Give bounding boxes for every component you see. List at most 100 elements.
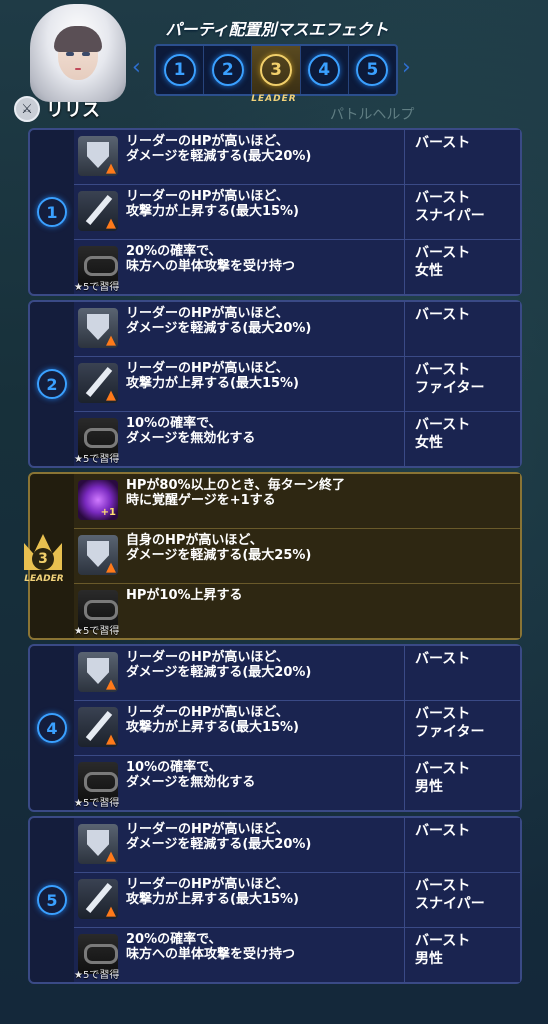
effect-row[interactable]: ★5で習得 20%の確率で、 味方への単体攻撃を受け持つ バースト 女性 (74, 240, 520, 294)
effect-main: 自身のHPが高いほど、ダメージを軽減する(最大25%) (74, 529, 520, 583)
unlock-condition-note: ★5で習得 (74, 970, 120, 981)
effect-row[interactable]: ★5で習得 10%の確率で、 ダメージを無効化する バースト 女性 (74, 412, 520, 466)
effect-row[interactable]: リーダーのHPが高いほど、ダメージを軽減する(最大20%) バースト (74, 302, 520, 357)
effect-row[interactable]: リーダーのHPが高いほど、ダメージを軽減する(最大20%) バースト (74, 818, 520, 873)
effect-row[interactable]: HPが80%以上のとき、毎ターン終了時に覚醒ゲージを+1する (74, 474, 520, 529)
effect-row[interactable]: リーダーのHPが高いほど、攻撃力が上昇する(最大15%) バーストスナイパー (74, 873, 520, 928)
effect-row[interactable]: リーダーのHPが高いほど、ダメージを軽減する(最大20%) バースト (74, 646, 520, 701)
effect-main: リーダーのHPが高いほど、ダメージを軽減する(最大20%) (74, 646, 405, 700)
crown-icon: 3 LEADER (18, 534, 68, 588)
effect-description: リーダーのHPが高いほど、 攻撃力が上昇する(最大15%) (118, 185, 299, 219)
position-group-3: 3 LEADER HPが80%以上のとき、毎ターン終了時に覚醒ゲージを+1する自身の… (24, 472, 522, 640)
unlock-condition-note: ★5で習得 (74, 282, 120, 293)
position-tab-2[interactable]: 2 (204, 46, 253, 94)
shield-up-icon (78, 535, 118, 575)
group-label: 1 (30, 130, 74, 294)
unlock-condition-note: ★5で習得 (74, 798, 120, 809)
effect-main: ★5で習得 HPが10%上昇する (74, 584, 520, 638)
effect-condition: バースト 女性 (405, 412, 520, 466)
group-label: 3 LEADER (24, 474, 74, 638)
character-tag: ⚔ リリス (14, 96, 100, 122)
effect-condition-line: バースト (415, 245, 471, 261)
effect-row[interactable]: ★5で習得 10%の確率で、 ダメージを無効化する バースト男性 (74, 756, 520, 810)
effect-description-line: リーダーのHPが高いほど、 (126, 877, 289, 892)
effect-description-line: 味方への単体攻撃を受け持つ (126, 259, 296, 274)
position-number: 2 (211, 54, 244, 86)
effect-condition-line: バースト (415, 307, 471, 323)
sword-up-icon (78, 191, 118, 231)
effect-description-line: ダメージを無効化する (126, 775, 256, 790)
position-number: 4 (308, 54, 341, 86)
effect-condition-line: ファイター (415, 380, 485, 396)
effect-description: 10%の確率で、 ダメージを無効化する (118, 412, 255, 446)
effect-description: リーダーのHPが高いほど、 攻撃力が上昇する(最大15%) (118, 701, 299, 735)
effect-description-line: 攻撃力が上昇する(最大15%) (126, 720, 299, 735)
prev-arrow-icon[interactable]: ‹ (132, 56, 146, 80)
effect-main: リーダーのHPが高いほど、攻撃力が上昇する(最大15%) (74, 701, 405, 755)
effect-description: リーダーのHPが高いほど、 ダメージを軽減する(最大20%) (118, 818, 311, 852)
effect-condition: バースト (405, 646, 520, 700)
effect-description-line: HPが80%以上のとき、毎ターン終了 (126, 478, 345, 493)
effect-condition-line: バースト (415, 190, 471, 206)
position-tab-3[interactable]: 3 (252, 46, 301, 94)
effect-description-line: ダメージを軽減する(最大25%) (126, 548, 312, 563)
group-number: 4 (37, 713, 67, 743)
effect-description: リーダーのHPが高いほど、 攻撃力が上昇する(最大15%) (118, 357, 299, 391)
awaken-orb-icon (78, 480, 118, 520)
effect-main: リーダーのHPが高いほど、攻撃力が上昇する(最大15%) (74, 873, 405, 927)
shield-up-icon (78, 308, 118, 348)
character-portrait[interactable] (30, 4, 126, 102)
position-effect-list: 1リーダーのHPが高いほど、ダメージを軽減する(最大20%)バーストリーダーのH… (24, 128, 522, 988)
position-tab-4[interactable]: 4 (301, 46, 349, 94)
effect-main: ★5で習得 10%の確率で、 ダメージを無効化する (74, 412, 405, 466)
effect-condition: バースト ファイター (405, 701, 520, 755)
effect-condition-line: スナイパー (415, 896, 485, 912)
header: ⚔ リリス パーティ配置別マスエフェクト ‹ 12345 › LEADER パト… (0, 0, 548, 128)
effect-row[interactable]: リーダーのHPが高いほど、攻撃力が上昇する(最大15%) バーストファイター (74, 701, 520, 756)
effect-condition: バースト ファイター (405, 357, 520, 411)
effect-main: リーダーのHPが高いほど、ダメージを軽減する(最大20%) (74, 818, 405, 872)
group-label: 2 (30, 302, 74, 466)
position-tab-5[interactable]: 5 (349, 46, 396, 94)
effect-condition: バースト (405, 130, 520, 184)
unlock-condition-note: ★5で習得 (74, 626, 120, 637)
next-arrow-icon[interactable]: › (402, 56, 416, 80)
unlock-condition-note: ★5で習得 (74, 454, 120, 465)
effect-condition-line: 男性 (415, 779, 443, 795)
effect-condition-line: バースト (415, 362, 471, 378)
position-number: 5 (356, 54, 389, 86)
effect-row[interactable]: リーダーのHPが高いほど、ダメージを軽減する(最大20%) バースト (74, 130, 520, 185)
effect-description-line: ダメージを軽減する(最大20%) (126, 837, 312, 852)
effect-condition-line: バースト (415, 135, 471, 151)
effect-description-line: リーダーのHPが高いほど、 (126, 189, 289, 204)
effect-row[interactable]: リーダーのHPが高いほど、攻撃力が上昇する(最大15%) バーストスナイパー (74, 185, 520, 240)
effect-description-line: 攻撃力が上昇する(最大15%) (126, 376, 299, 391)
effect-description-line: 時に覚醒ゲージを+1する (126, 493, 276, 508)
position-group-1: 1リーダーのHPが高いほど、ダメージを軽減する(最大20%)バーストリーダーのH… (28, 128, 522, 296)
effect-row[interactable]: リーダーのHPが高いほど、攻撃力が上昇する(最大15%) バーストファイター (74, 357, 520, 412)
leader-label: LEADER (24, 574, 64, 584)
effect-description: リーダーのHPが高いほど、 ダメージを軽減する(最大20%) (118, 302, 311, 336)
group-label: 4 (30, 646, 74, 810)
sword-up-icon (78, 707, 118, 747)
group-number: 3 (32, 548, 54, 570)
group-label: 5 (30, 818, 74, 982)
background-help-text: パトルヘルプ (330, 107, 415, 123)
effect-row[interactable]: 自身のHPが高いほど、ダメージを軽減する(最大25%) (74, 529, 520, 584)
effect-condition-line: バースト (415, 761, 471, 777)
effect-description-line: ダメージを軽減する(最大20%) (126, 321, 312, 336)
effect-description: 自身のHPが高いほど、 ダメージを軽減する(最大25%) (118, 529, 311, 563)
effect-description: リーダーのHPが高いほど、 攻撃力が上昇する(最大15%) (118, 873, 299, 907)
effect-description-line: 攻撃力が上昇する(最大15%) (126, 892, 299, 907)
effect-condition-line: バースト (415, 878, 471, 894)
position-tab-1[interactable]: 1 (156, 46, 205, 94)
effect-description-line: 10%の確率で、 (126, 416, 222, 431)
group-number: 2 (37, 369, 67, 399)
effect-row[interactable]: ★5で習得 HPが10%上昇する (74, 584, 520, 638)
effect-main: ★5で習得 10%の確率で、 ダメージを無効化する (74, 756, 405, 810)
effect-description: HPが10%上昇する (118, 584, 243, 603)
effect-description: 20%の確率で、 味方への単体攻撃を受け持つ (118, 928, 295, 962)
effect-condition: バースト 男性 (405, 928, 520, 982)
effect-main: リーダーのHPが高いほど、ダメージを軽減する(最大20%) (74, 302, 405, 356)
effect-row[interactable]: ★5で習得 20%の確率で、 味方への単体攻撃を受け持つ バースト 男性 (74, 928, 520, 982)
